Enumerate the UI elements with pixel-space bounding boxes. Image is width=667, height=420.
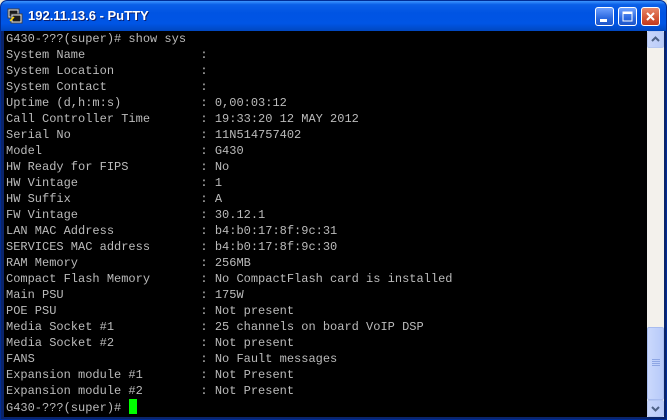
terminal-line: Expansion module #1 : Not Present bbox=[6, 368, 295, 382]
terminal-output: G430-???(super)# show sys System Name : S… bbox=[6, 31, 452, 415]
terminal-line: Call Controller Time : 19:33:20 12 MAY 2… bbox=[6, 112, 359, 126]
terminal-line: Serial No : 11N514757402 bbox=[6, 128, 302, 142]
terminal-line: System Name : bbox=[6, 48, 215, 62]
terminal-line: Main PSU : 175W bbox=[6, 288, 244, 302]
scroll-up-button[interactable] bbox=[647, 31, 664, 48]
window-title: 192.11.13.6 - PuTTY bbox=[28, 8, 149, 23]
terminal-line: System Contact : bbox=[6, 80, 215, 94]
terminal-line: Uptime (d,h:m:s) : 0,00:03:12 bbox=[6, 96, 287, 110]
terminal-line: SERVICES MAC address : b4:b0:17:8f:9c:30 bbox=[6, 240, 338, 254]
terminal-line: G430-???(super)# show sys bbox=[6, 32, 187, 46]
terminal-line: Media Socket #1 : 25 channels on board V… bbox=[6, 320, 424, 334]
terminal-line: Compact Flash Memory : No CompactFlash c… bbox=[6, 272, 453, 286]
text-cursor bbox=[129, 399, 138, 414]
terminal-line: POE PSU : Not present bbox=[6, 304, 295, 318]
title-bar[interactable]: 192.11.13.6 - PuTTY bbox=[1, 1, 666, 31]
terminal-line: HW Vintage : 1 bbox=[6, 176, 223, 190]
terminal-line: Expansion module #2 : Not Present bbox=[6, 384, 295, 398]
vertical-scrollbar[interactable] bbox=[647, 31, 664, 417]
scroll-up-arrow-icon bbox=[651, 36, 660, 42]
terminal-line: Media Socket #2 : Not present bbox=[6, 336, 295, 350]
prompt-text: G430-???(super)# bbox=[6, 401, 129, 415]
minimize-button[interactable] bbox=[595, 7, 614, 26]
terminal-line: System Location : bbox=[6, 64, 215, 78]
close-button[interactable] bbox=[641, 7, 660, 26]
maximize-icon bbox=[622, 11, 633, 22]
terminal-line: HW Suffix : A bbox=[6, 192, 223, 206]
putty-terminal-icon[interactable] bbox=[7, 8, 23, 24]
scroll-thumb[interactable] bbox=[647, 327, 664, 400]
terminal-line: FW Vintage : 30.12.1 bbox=[6, 208, 266, 222]
minimize-icon bbox=[600, 19, 607, 22]
terminal-line: FANS : No Fault messages bbox=[6, 352, 338, 366]
terminal-area[interactable]: G430-???(super)# show sys System Name : S… bbox=[4, 31, 647, 417]
terminal-line: LAN MAC Address : b4:b0:17:8f:9c:31 bbox=[6, 224, 338, 238]
terminal-line: HW Ready for FIPS : No bbox=[6, 160, 230, 174]
scroll-down-button[interactable] bbox=[647, 400, 664, 417]
terminal-line: RAM Memory : 256MB bbox=[6, 256, 251, 270]
putty-window: 192.11.13.6 - PuTTY G430-???(super)# sho… bbox=[0, 0, 667, 420]
close-icon bbox=[646, 12, 655, 21]
scroll-down-arrow-icon bbox=[651, 406, 660, 412]
terminal-line: Model : G430 bbox=[6, 144, 244, 158]
maximize-button[interactable] bbox=[618, 7, 637, 26]
terminal-prompt-line[interactable]: G430-???(super)# bbox=[6, 399, 452, 415]
